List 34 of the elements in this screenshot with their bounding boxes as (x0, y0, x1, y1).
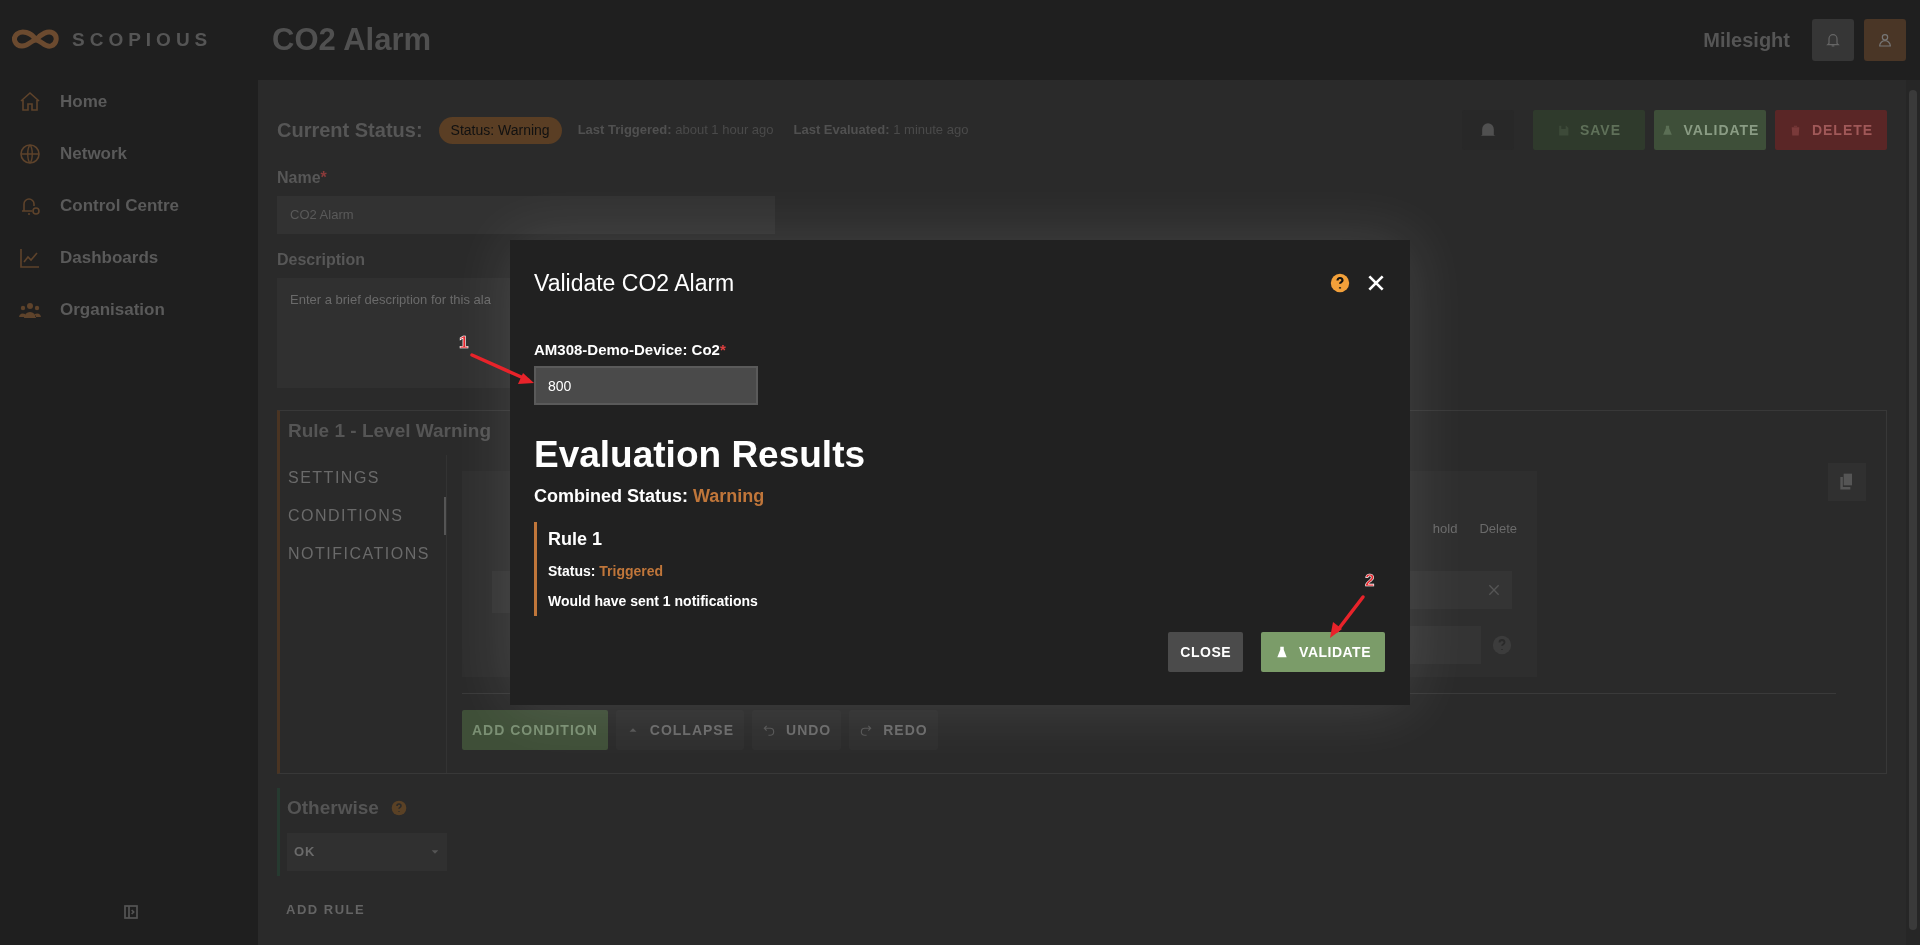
add-condition-button[interactable]: ADD CONDITION (462, 710, 608, 750)
field-label: AM308-Demo-Device: Co2* (534, 339, 727, 360)
status-badge: Status: Warning (438, 116, 562, 144)
sidebar-item[interactable]: Network (0, 128, 258, 180)
collapse-button[interactable]: COLLAPSE (615, 710, 744, 750)
close-button[interactable]: CLOSE (1168, 632, 1244, 672)
rule-result-title: Rule 1 (548, 528, 604, 551)
annotation-number: 1 (459, 333, 469, 352)
add-rule-button[interactable]: ADD RULE (286, 900, 366, 920)
field-label: Name* (277, 168, 328, 188)
results-heading: Evaluation Results (534, 433, 867, 477)
rule-tab[interactable]: CONDITIONS (280, 497, 446, 535)
annotation-number: 2 (1365, 571, 1375, 590)
rule-tab[interactable]: NOTIFICATIONS (280, 535, 446, 573)
rule-note: Would have sent 1 notifications (548, 592, 758, 611)
sidebar-item[interactable]: Control Centre (0, 180, 258, 232)
validate-button[interactable]: VALIDATE (1261, 632, 1385, 672)
rule-status-text: Status: Triggered (548, 562, 665, 581)
delete-button[interactable]: DELETE (1775, 110, 1887, 150)
co2-value-field[interactable]: 800 (534, 366, 758, 405)
placeholder-text: Enter a brief description for this ala (290, 291, 491, 309)
combined-status-text: Combined Status: Warning (534, 485, 766, 508)
validate-button[interactable]: VALIDATE (1654, 110, 1766, 150)
rule-tab[interactable]: SETTINGS (280, 459, 446, 497)
status-dropdown[interactable]: OK (287, 832, 447, 871)
dialog-title: Validate CO2 Alarm (534, 269, 735, 298)
dropdown-value: OK (294, 842, 316, 861)
redo-button[interactable]: REDO (849, 710, 938, 750)
sidebar-item[interactable]: Dashboards (0, 232, 258, 284)
column-header: hold (1432, 520, 1458, 538)
sidebar-item[interactable]: Home (0, 76, 258, 128)
column-header: Delete (1479, 520, 1517, 538)
sidebar-item[interactable]: Organisation (0, 284, 258, 336)
undo-button[interactable]: UNDO (752, 710, 842, 750)
